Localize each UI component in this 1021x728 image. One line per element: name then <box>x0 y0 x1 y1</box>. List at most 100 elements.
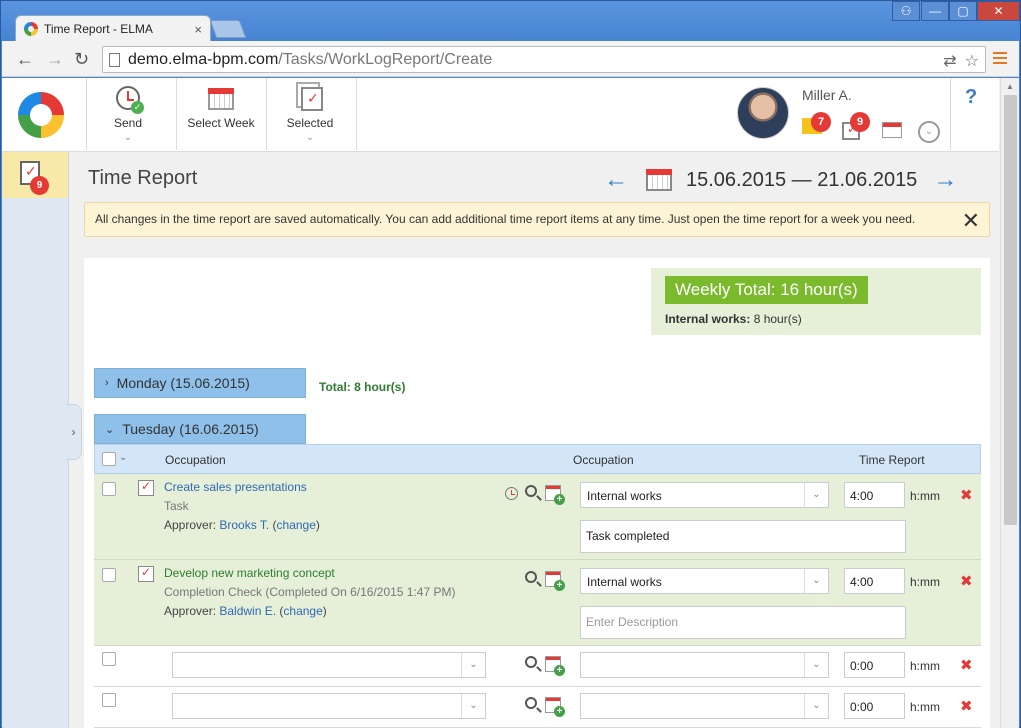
day-total: Total: 8 hour(s) <box>319 380 406 394</box>
select-all-checkbox[interactable] <box>102 452 116 466</box>
reload-button[interactable]: ↻ <box>74 49 89 70</box>
change-approver-link[interactable]: change <box>277 518 316 532</box>
header-divider <box>950 78 951 150</box>
chevron-down-icon[interactable]: ⌄ <box>918 121 940 143</box>
task-select[interactable]: ⌄ <box>172 652 486 678</box>
profile-button[interactable]: ⚇ <box>892 1 920 21</box>
task-title-link[interactable]: Create sales presentations <box>164 480 307 494</box>
back-button[interactable]: ← <box>16 49 34 70</box>
sidebar-item-tasks[interactable]: 9 <box>2 152 68 198</box>
row-checkbox[interactable] <box>102 482 116 496</box>
tasks-badge: 9 <box>850 112 870 132</box>
forward-button[interactable]: → <box>46 49 64 70</box>
day-label: Tuesday (16.06.2015) <box>122 421 259 437</box>
search-icon[interactable] <box>525 485 537 497</box>
add-plan-icon[interactable] <box>545 571 565 591</box>
help-icon[interactable]: ? <box>965 86 977 109</box>
weekly-total: Weekly Total: 16 hour(s) <box>665 276 868 304</box>
approver-link[interactable]: Brooks T. <box>219 518 269 532</box>
delete-row-icon[interactable]: ✖ <box>960 656 973 674</box>
tab-close-icon[interactable]: × <box>194 22 202 37</box>
delete-row-icon[interactable]: ✖ <box>960 572 973 590</box>
occupation-select[interactable]: ⌄ <box>580 693 829 719</box>
app-header: ✓ Send ⌄ Select Week Selected ⌄ Miller A… <box>2 78 999 152</box>
prev-week-arrow-icon[interactable]: ← <box>604 166 628 194</box>
row-checkbox[interactable] <box>102 568 116 582</box>
selected-button[interactable]: Selected ⌄ <box>282 84 338 143</box>
search-icon[interactable] <box>525 697 537 709</box>
time-input[interactable]: 4:00 <box>844 568 905 594</box>
scroll-up-icon[interactable]: ▲ <box>1006 82 1014 91</box>
add-plan-icon[interactable] <box>545 656 565 676</box>
row-checkbox[interactable] <box>102 652 116 666</box>
chevron-down-icon: ⌄ <box>804 653 828 677</box>
description-input[interactable]: Task completed <box>580 520 906 553</box>
elma-logo[interactable] <box>18 92 64 138</box>
time-report-panel: Weekly Total: 16 hour(s) Internal works:… <box>84 258 990 728</box>
task-select[interactable]: ⌄ <box>172 693 486 719</box>
star-icon[interactable]: ☆ <box>965 51 979 71</box>
time-input[interactable]: 0:00 <box>844 693 905 719</box>
change-approver-link[interactable]: change <box>283 604 322 618</box>
send-button[interactable]: ✓ Send ⌄ <box>102 84 154 143</box>
elma-app: ✓ Send ⌄ Select Week Selected ⌄ Miller A… <box>2 78 1019 728</box>
next-week-arrow-icon[interactable]: → <box>933 166 957 194</box>
internal-works-summary: Internal works: 8 hour(s) <box>665 312 802 326</box>
new-tab-button[interactable] <box>209 20 247 38</box>
time-input[interactable]: 0:00 <box>844 652 905 678</box>
time-input[interactable]: 4:00 <box>844 482 905 508</box>
occupation-select[interactable]: Internal works ⌄ <box>580 568 829 594</box>
weekly-summary: Weekly Total: 16 hour(s) Internal works:… <box>651 268 981 335</box>
maximize-button[interactable]: ▢ <box>949 1 977 21</box>
day-header-monday[interactable]: › Monday (15.06.2015) <box>94 368 306 398</box>
occupation-select[interactable]: Internal works ⌄ <box>580 482 829 508</box>
delete-row-icon[interactable]: ✖ <box>960 697 973 715</box>
user-name[interactable]: Miller A. <box>802 87 852 103</box>
add-plan-icon[interactable] <box>545 697 565 717</box>
url-text: demo.elma-bpm.com/Tasks/WorkLogReport/Cr… <box>128 51 492 69</box>
close-window-button[interactable]: ✕ <box>977 1 1020 21</box>
browser-window: Time Report - ELMA × ⚇ — ▢ ✕ ← → ↻ demo.… <box>0 0 1021 728</box>
scrollbar-thumb[interactable] <box>1004 95 1017 525</box>
chevron-down-icon: ⌄ <box>804 569 828 593</box>
browser-tab[interactable]: Time Report - ELMA × <box>15 15 211 42</box>
user-icon: ⚇ <box>892 1 920 21</box>
add-plan-icon[interactable] <box>545 485 565 505</box>
delete-row-icon[interactable]: ✖ <box>960 486 973 504</box>
approver-line: Approver: Baldwin E. (change) <box>164 604 327 618</box>
table-row: ⌄ ⌄ 0:00 h:mm ✖ <box>94 687 981 728</box>
avatar[interactable] <box>737 87 789 139</box>
elma-favicon-icon <box>24 22 38 36</box>
close-icon[interactable]: ✕ <box>962 208 980 234</box>
tab-title: Time Report - ELMA <box>44 22 153 36</box>
page-icon <box>109 52 120 67</box>
select-week-label: Select Week <box>187 116 255 130</box>
table-row: Develop new marketing concept Completion… <box>94 560 981 646</box>
chrome-menu-icon[interactable] <box>993 52 1007 64</box>
approver-link[interactable]: Baldwin E. <box>219 604 276 618</box>
select-week-button[interactable]: Select Week <box>186 84 256 130</box>
page-title: Time Report <box>88 167 198 189</box>
sidebar-toggle[interactable]: › <box>66 404 82 460</box>
occupation-value: Internal works <box>587 575 662 589</box>
url-path: /Tasks/WorkLogReport/Create <box>278 50 493 68</box>
send-chevron-icon: ⌄ <box>123 132 133 143</box>
day-header-tuesday[interactable]: ⌄ Tuesday (16.06.2015) <box>94 414 306 444</box>
task-title-link[interactable]: Develop new marketing concept <box>164 566 335 580</box>
calendar-icon[interactable] <box>882 122 902 138</box>
description-input[interactable]: Enter Description <box>580 606 906 639</box>
clock-icon[interactable] <box>505 487 518 500</box>
notice-text: All changes in the time report are saved… <box>95 212 916 226</box>
translate-icon[interactable]: ⇄ <box>943 51 956 71</box>
calendar-icon[interactable] <box>646 169 672 191</box>
address-bar[interactable]: demo.elma-bpm.com/Tasks/WorkLogReport/Cr… <box>102 46 986 73</box>
search-icon[interactable] <box>525 571 537 583</box>
search-icon[interactable] <box>525 656 537 668</box>
select-menu-chevron-icon[interactable]: ⌄ <box>119 452 127 463</box>
occupation-select[interactable]: ⌄ <box>580 652 829 678</box>
table-row: Create sales presentations Task Approver… <box>94 474 981 560</box>
time-unit: h:mm <box>910 489 940 503</box>
row-checkbox[interactable] <box>102 693 116 707</box>
page-scrollbar[interactable]: ▲ <box>1000 78 1019 728</box>
minimize-button[interactable]: — <box>921 1 949 21</box>
